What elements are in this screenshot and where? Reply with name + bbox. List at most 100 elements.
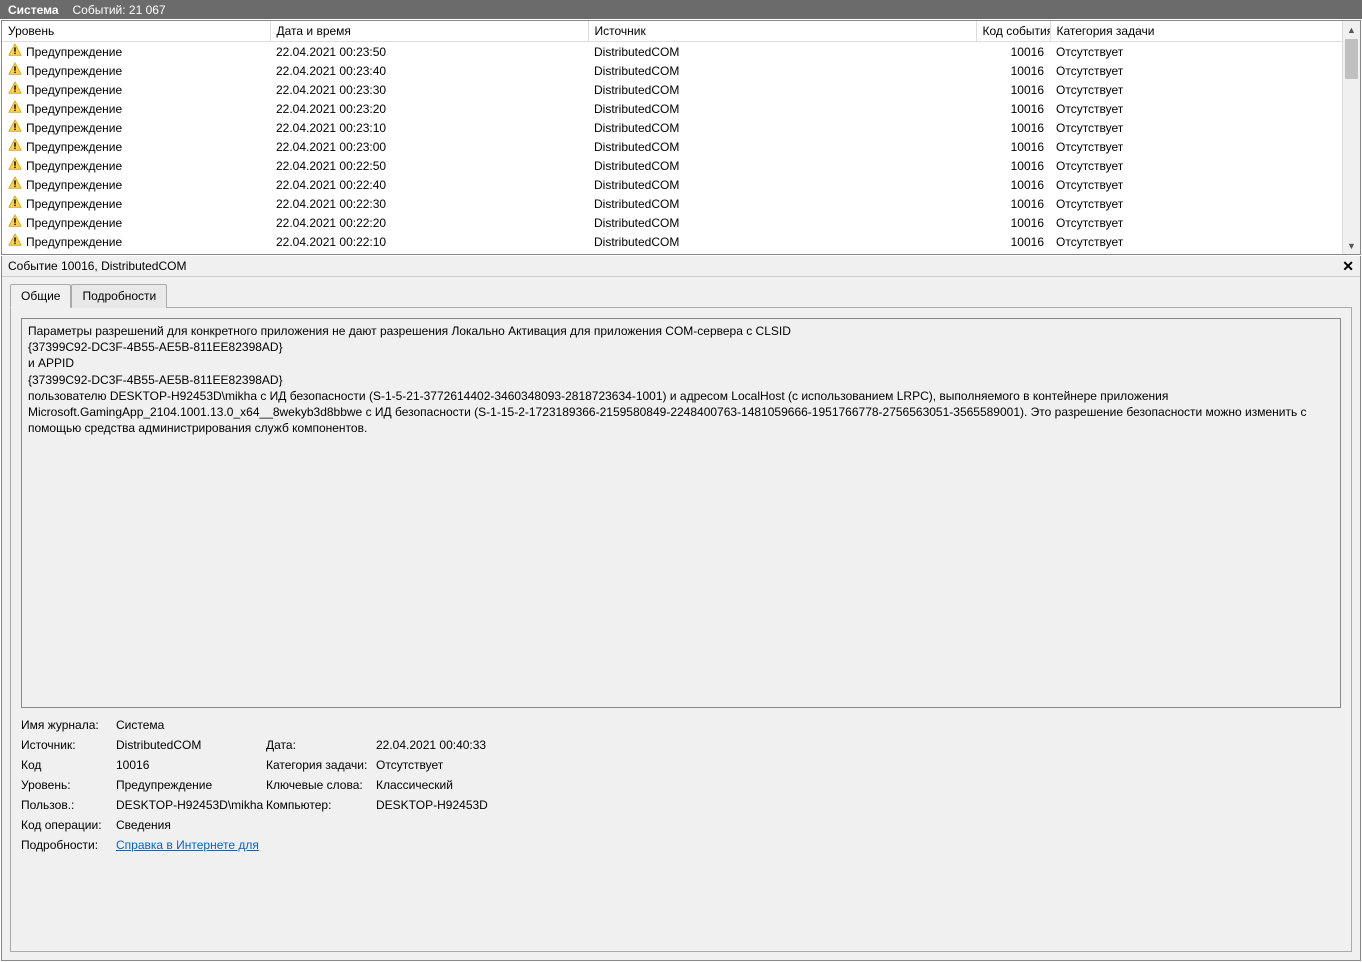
cell-level: Предупреждение	[26, 83, 122, 97]
cell-datetime: 22.04.2021 00:23:20	[270, 99, 588, 118]
cell-eventid: 10016	[976, 137, 1050, 156]
cell-level: Предупреждение	[26, 178, 122, 192]
warning-icon	[8, 233, 22, 250]
col-datetime[interactable]: Дата и время	[270, 21, 588, 42]
val-opcode: Сведения	[116, 818, 266, 832]
lbl-computer: Компьютер:	[266, 798, 376, 812]
val-logname: Система	[116, 718, 266, 732]
scroll-down-icon[interactable]: ▼	[1343, 237, 1360, 254]
detail-title: Событие 10016, DistributedCOM	[8, 259, 186, 273]
cell-datetime: 22.04.2021 00:22:10	[270, 232, 588, 251]
cell-datetime: 22.04.2021 00:23:30	[270, 80, 588, 99]
table-row[interactable]: Предупреждение 22.04.2021 00:23:30Distrib…	[2, 80, 1343, 99]
cell-level: Предупреждение	[26, 140, 122, 154]
cell-level: Предупреждение	[26, 121, 122, 135]
tab-details[interactable]: Подробности	[71, 284, 167, 308]
table-row[interactable]: Предупреждение 22.04.2021 00:23:40Distrib…	[2, 61, 1343, 80]
val-date: 22.04.2021 00:40:33	[376, 738, 486, 752]
cell-source: DistributedCOM	[588, 137, 976, 156]
tab-general-body: Параметры разрешений для конкретного при…	[10, 307, 1352, 952]
lbl-moreinfo: Подробности:	[21, 838, 116, 852]
lbl-source: Источник:	[21, 738, 116, 752]
cell-level: Предупреждение	[26, 64, 122, 78]
event-description: Параметры разрешений для конкретного при…	[21, 318, 1341, 708]
cell-eventid: 10016	[976, 80, 1050, 99]
table-row[interactable]: Предупреждение 22.04.2021 00:22:40Distrib…	[2, 175, 1343, 194]
warning-icon	[8, 81, 22, 98]
val-level: Предупреждение	[116, 778, 266, 792]
cell-task: Отсутствует	[1050, 137, 1343, 156]
cell-datetime: 22.04.2021 00:22:50	[270, 156, 588, 175]
log-name: Система	[8, 3, 59, 17]
cell-datetime: 22.04.2021 00:23:50	[270, 42, 588, 62]
cell-eventid: 10016	[976, 99, 1050, 118]
list-scrollbar[interactable]: ▲ ▼	[1342, 21, 1360, 254]
scroll-thumb[interactable]	[1345, 39, 1358, 79]
cell-level: Предупреждение	[26, 159, 122, 173]
event-viewer: Система Событий: 21 067 Уровень Дата и в…	[0, 0, 1362, 962]
val-source: DistributedCOM	[116, 738, 266, 752]
cell-task: Отсутствует	[1050, 213, 1343, 232]
cell-task: Отсутствует	[1050, 80, 1343, 99]
table-row[interactable]: Предупреждение 22.04.2021 00:22:20Distrib…	[2, 213, 1343, 232]
cell-task: Отсутствует	[1050, 61, 1343, 80]
cell-datetime: 22.04.2021 00:23:40	[270, 61, 588, 80]
cell-level: Предупреждение	[26, 45, 122, 59]
events-count: Событий: 21 067	[73, 3, 166, 17]
col-level[interactable]: Уровень	[2, 21, 270, 42]
warning-icon	[8, 100, 22, 117]
cell-level: Предупреждение	[26, 197, 122, 211]
cell-source: DistributedCOM	[588, 232, 976, 251]
cell-source: DistributedCOM	[588, 175, 976, 194]
events-list-pane: Уровень Дата и время Источник Код событи…	[1, 20, 1361, 255]
table-header-row: Уровень Дата и время Источник Код событи…	[2, 21, 1343, 42]
cell-eventid: 10016	[976, 213, 1050, 232]
warning-icon	[8, 62, 22, 79]
tab-general[interactable]: Общие	[10, 284, 71, 308]
col-event-id[interactable]: Код события	[976, 21, 1050, 42]
table-row[interactable]: Предупреждение22.04.2021 00:23:10Distrib…	[2, 118, 1343, 137]
cell-eventid: 10016	[976, 118, 1050, 137]
cell-level: Предупреждение	[26, 216, 122, 230]
lbl-opcode: Код операции:	[21, 818, 116, 832]
cell-level: Предупреждение	[26, 102, 122, 116]
cell-source: DistributedCOM	[588, 156, 976, 175]
lbl-keywords: Ключевые слова:	[266, 778, 376, 792]
cell-datetime: 22.04.2021 00:22:40	[270, 175, 588, 194]
val-user: DESKTOP-H92453D\mikha	[116, 798, 266, 812]
val-computer: DESKTOP-H92453D	[376, 798, 488, 812]
col-source[interactable]: Источник	[588, 21, 976, 42]
cell-source: DistributedCOM	[588, 42, 976, 62]
cell-eventid: 10016	[976, 175, 1050, 194]
cell-source: DistributedCOM	[588, 213, 976, 232]
cell-source: DistributedCOM	[588, 194, 976, 213]
warning-icon	[8, 119, 22, 136]
warning-icon	[8, 157, 22, 174]
online-help-link[interactable]: Справка в Интернете для	[116, 838, 259, 852]
table-row[interactable]: Предупреждение 22.04.2021 00:23:50Distrib…	[2, 42, 1343, 62]
cell-task: Отсутствует	[1050, 99, 1343, 118]
col-task[interactable]: Категория задачи	[1050, 21, 1343, 42]
cell-source: DistributedCOM	[588, 61, 976, 80]
warning-icon	[8, 138, 22, 155]
table-row[interactable]: Предупреждение 22.04.2021 00:22:50Distrib…	[2, 156, 1343, 175]
cell-datetime: 22.04.2021 00:22:20	[270, 213, 588, 232]
pane-header: Система Событий: 21 067	[0, 0, 1362, 19]
cell-eventid: 10016	[976, 232, 1050, 251]
table-row[interactable]: Предупреждение22.04.2021 00:22:10Distrib…	[2, 232, 1343, 251]
cell-task: Отсутствует	[1050, 156, 1343, 175]
table-row[interactable]: Предупреждение22.04.2021 00:23:00Distrib…	[2, 137, 1343, 156]
table-row[interactable]: Предупреждение22.04.2021 00:23:20Distrib…	[2, 99, 1343, 118]
cell-task: Отсутствует	[1050, 118, 1343, 137]
warning-icon	[8, 214, 22, 231]
cell-datetime: 22.04.2021 00:22:30	[270, 194, 588, 213]
lbl-logname: Имя журнала:	[21, 718, 116, 732]
close-icon[interactable]: ✕	[1342, 259, 1354, 273]
scroll-up-icon[interactable]: ▲	[1343, 21, 1360, 38]
lbl-level: Уровень:	[21, 778, 116, 792]
detail-pane: Событие 10016, DistributedCOM ✕ Общие По…	[1, 256, 1361, 961]
event-properties: Имя журнала:Система Источник:Distributed…	[21, 718, 1341, 858]
lbl-user: Пользов.:	[21, 798, 116, 812]
cell-source: DistributedCOM	[588, 80, 976, 99]
table-row[interactable]: Предупреждение 22.04.2021 00:22:30Distrib…	[2, 194, 1343, 213]
